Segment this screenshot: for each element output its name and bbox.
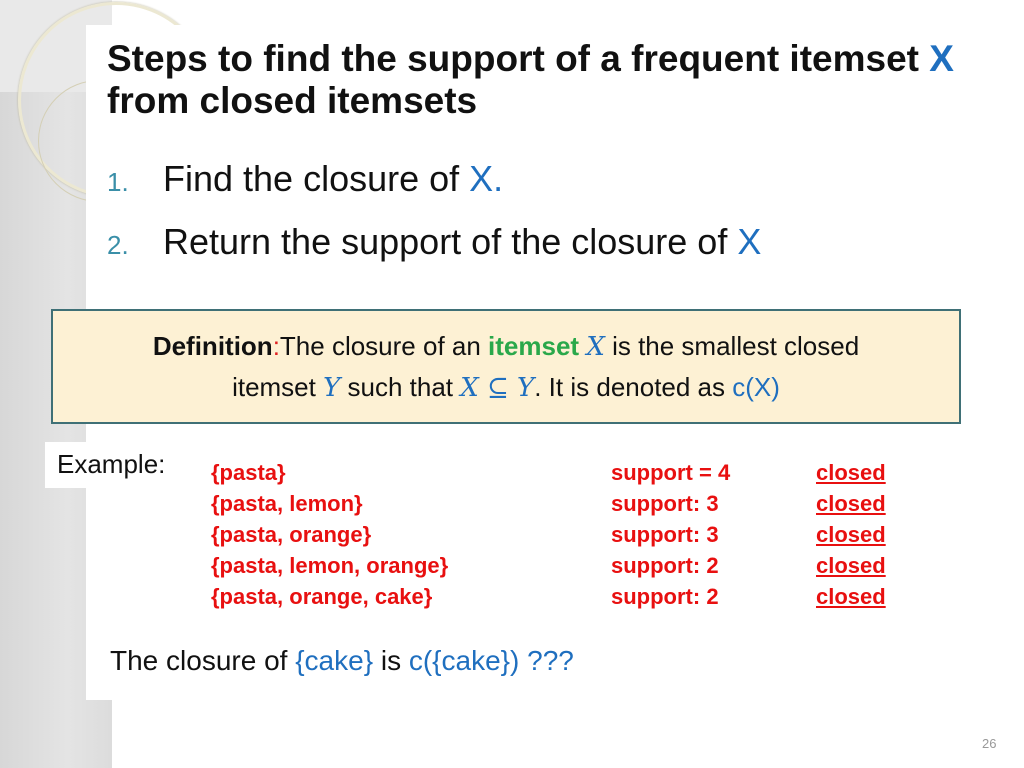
itemset: {pasta, orange} [211,522,372,547]
itemset: {pasta, lemon} [211,491,363,516]
slide-title: Steps to find the support of a frequent … [107,38,987,122]
definition-label: Definition [152,331,273,361]
definition-colon: : [272,331,280,361]
definition-text: is the smallest closed [604,331,860,361]
step-variable: X [737,221,762,262]
closed-status: closed [816,553,886,578]
support-value: support: 2 [611,553,719,578]
support-value: support: 3 [611,522,719,547]
definition-text: The closure of an [279,331,489,361]
title-text-1: Steps to find the support of a frequent … [107,38,930,79]
step-text: Return the support of the closure of [163,221,738,262]
definition-text: . It is denoted as [534,372,733,402]
closed-status: closed [816,584,886,609]
closure-question-text: is [373,645,409,676]
itemset: {pasta, lemon, orange} [211,553,449,578]
definition-box: Definition:The closure of an itemset X i… [51,309,961,424]
example-label: Example: [45,442,185,488]
itemset: {pasta, orange, cake} [211,584,433,609]
math-variable-y: Y [323,373,341,403]
math-variable-x: X [586,332,605,362]
step-number: 2. [107,230,129,260]
support-value: support: 3 [611,491,719,516]
closure-notation: c(X) [732,372,780,402]
closure-question-expression: c({cake}) ??? [408,645,574,676]
title-text-2: from closed itemsets [107,80,478,121]
step-1: 1. Find the closure of X. [107,158,503,200]
closure-question-set: {cake} [295,645,374,676]
definition-text: such that [340,372,461,402]
step-text: Find the closure of [163,158,470,199]
definition-line-2: itemset Y such that X ⊆ Y. It is denoted… [53,367,959,408]
bottom-strip [112,700,1024,768]
closed-status: closed [816,522,886,547]
step-variable: X. [469,158,504,199]
math-subset-expression: X ⊆ Y [460,373,535,403]
closure-question: The closure of {cake} is c({cake}) ??? [110,645,574,677]
support-value: support = 4 [611,460,731,485]
closed-status: closed [816,491,886,516]
step-2: 2. Return the support of the closure of X [107,221,761,263]
page-number: 26 [982,736,997,751]
itemset: {pasta} [211,460,286,485]
definition-text: itemset [232,372,324,402]
definition-line-1: Definition:The closure of an itemset X i… [53,326,959,367]
title-variable-x: X [929,38,954,79]
definition-highlight: itemset [488,331,580,361]
closed-status: closed [816,460,886,485]
closure-question-text: The closure of [110,645,296,676]
support-value: support: 2 [611,584,719,609]
step-number: 1. [107,167,129,197]
